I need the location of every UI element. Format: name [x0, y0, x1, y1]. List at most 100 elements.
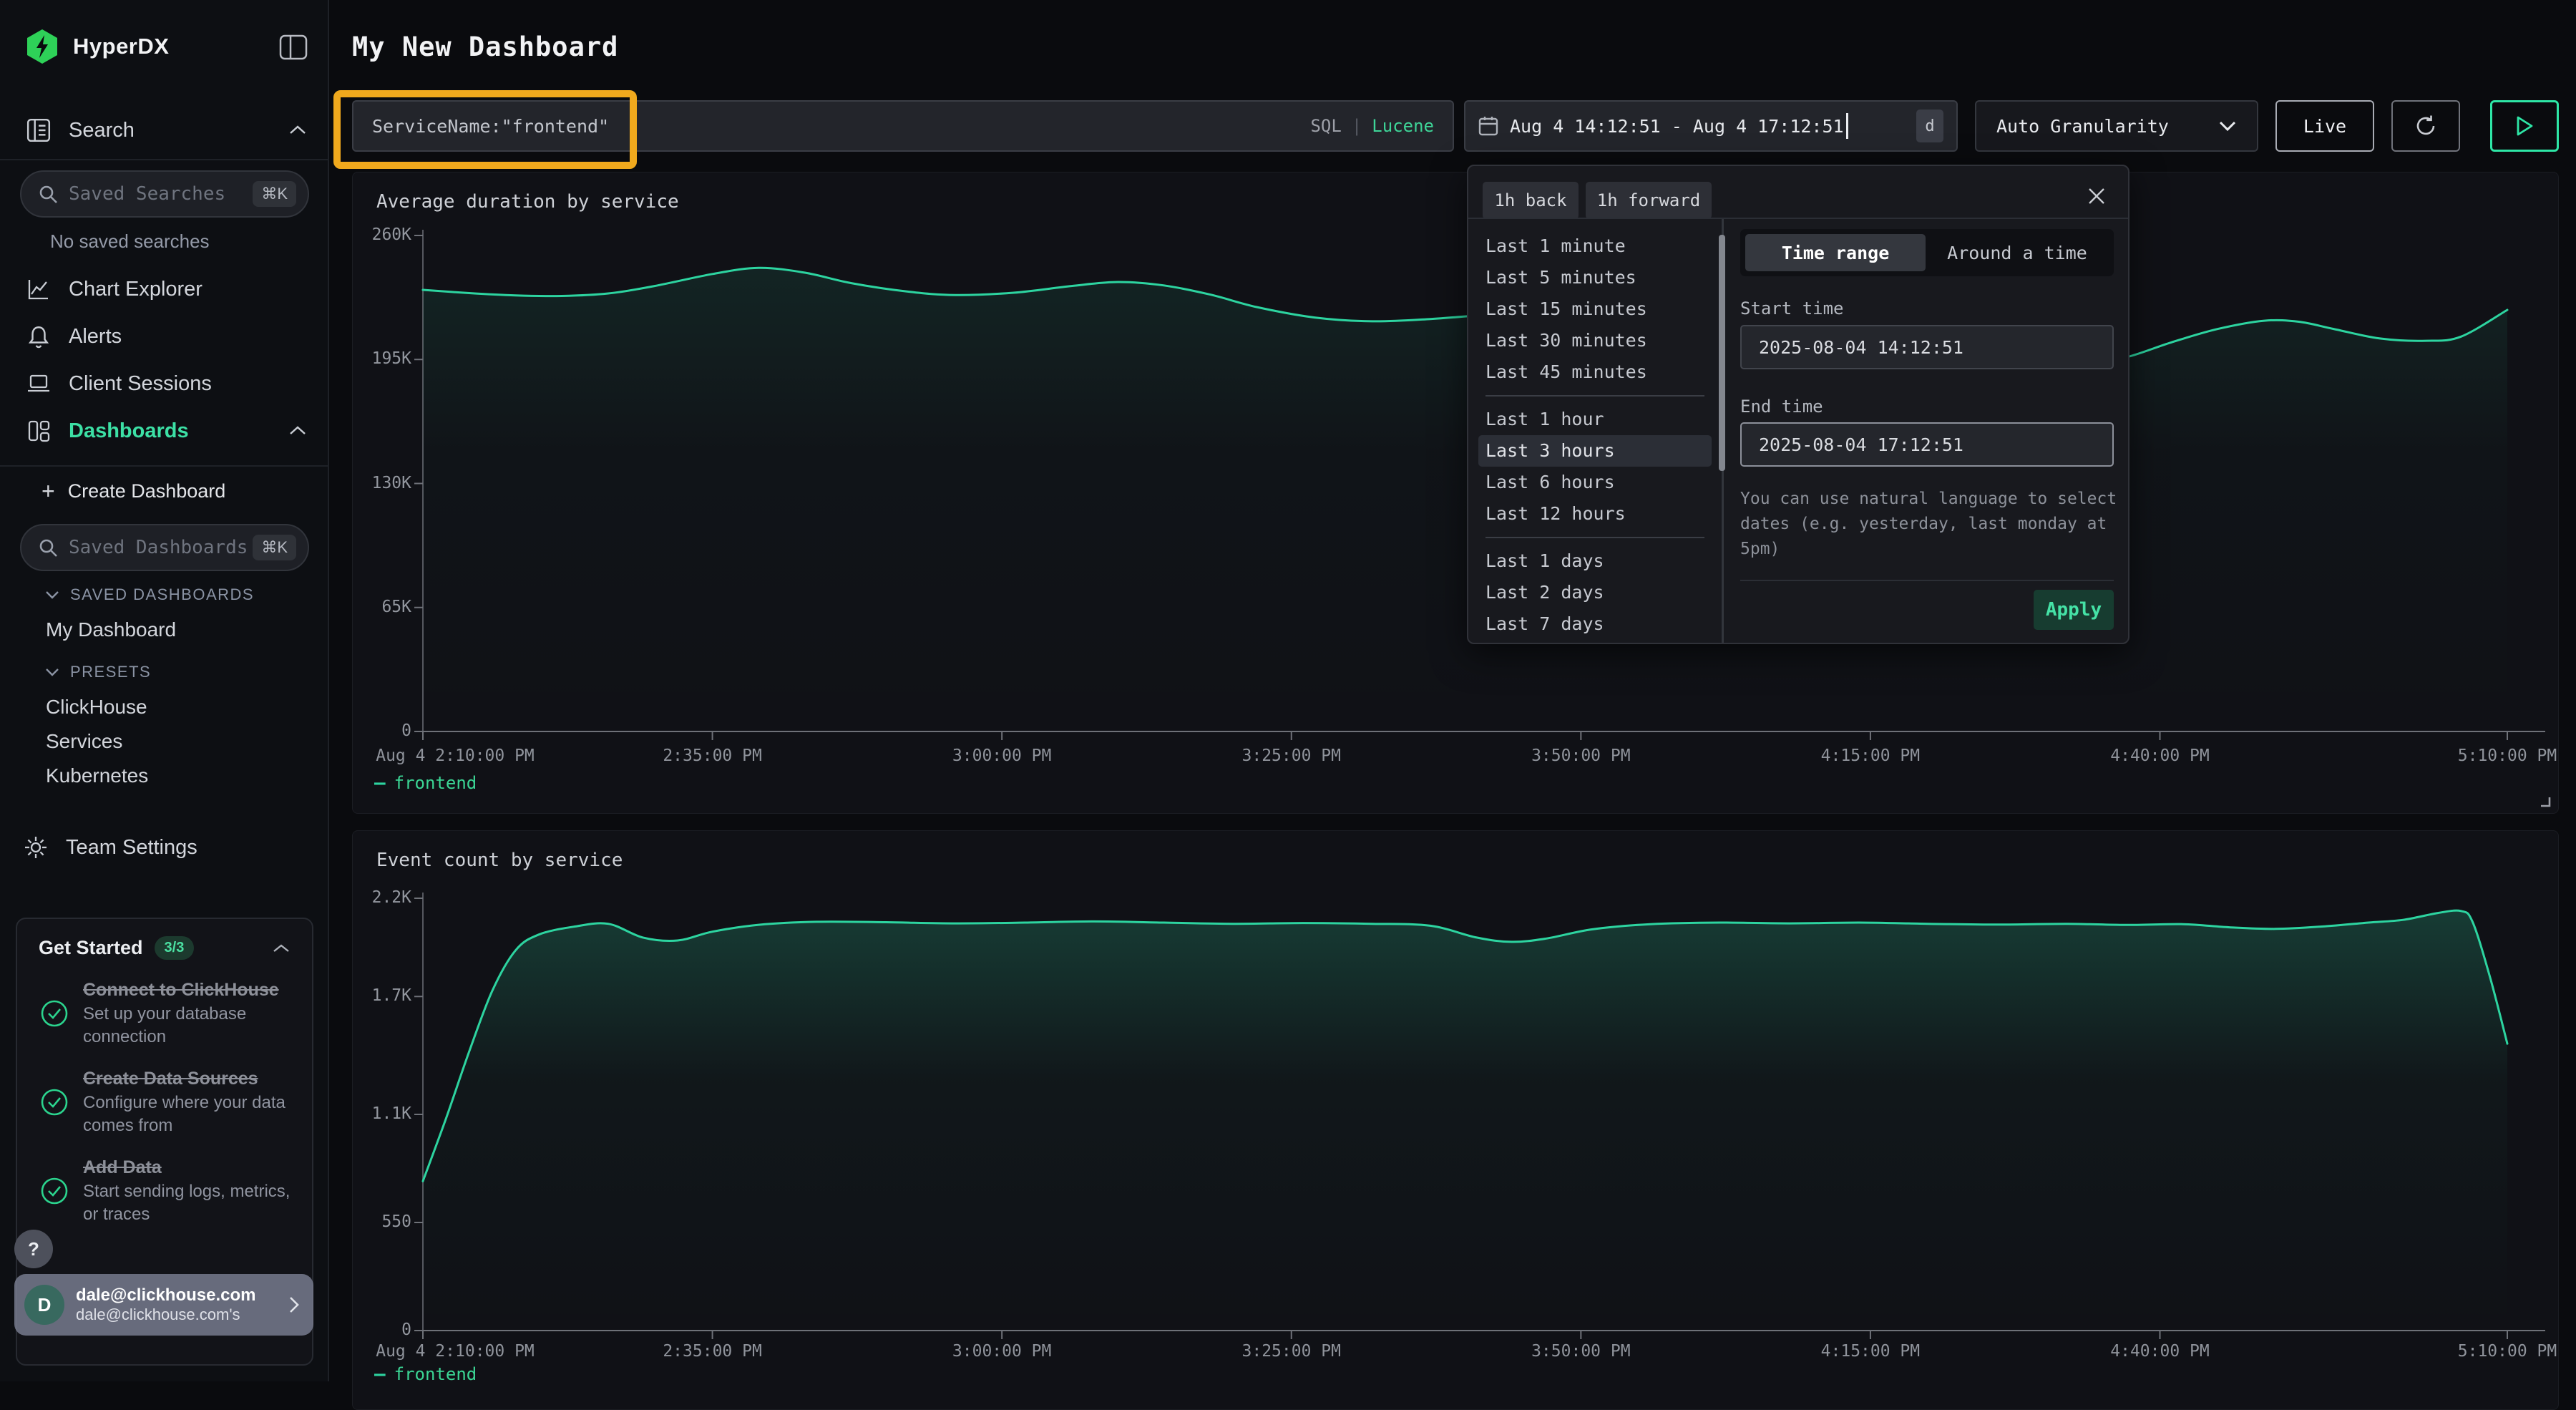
y-axis-label: 2.2K	[352, 888, 411, 907]
get-started-progress-badge: 3/3	[155, 936, 195, 960]
get-started-step-connect[interactable]: Connect to ClickHouse Set up your databa…	[39, 978, 291, 1049]
sidebar-collapse-icon[interactable]	[279, 34, 308, 60]
sql-mode-toggle[interactable]: SQL	[1310, 116, 1341, 136]
time-preset-option[interactable]: Last 45 minutes	[1478, 356, 1712, 388]
time-range-input[interactable]: Aug 4 14:12:51 - Aug 4 17:12:51 d	[1464, 100, 1958, 152]
time-preset-option[interactable]: Last 6 hours	[1478, 467, 1712, 498]
time-range-value: Aug 4 14:12:51 - Aug 4 17:12:51	[1510, 116, 1844, 137]
step-title: Create Data Sources	[83, 1067, 291, 1090]
lucene-mode-toggle[interactable]: Lucene	[1372, 116, 1434, 136]
sidebar-item-alerts[interactable]: Alerts	[0, 319, 329, 354]
section-presets[interactable]: PRESETS	[44, 663, 151, 681]
x-axis-label: 2:35:00 PM	[613, 747, 813, 765]
time-shortcut-badge: d	[1916, 110, 1943, 142]
sidebar: HyperDX Search Saved Searches ⌘K No save…	[0, 0, 329, 1381]
start-time-input[interactable]: 2025-08-04 14:12:51	[1740, 325, 2114, 369]
apply-button[interactable]: Apply	[2034, 590, 2114, 630]
panel-resize-handle[interactable]	[2537, 793, 2552, 809]
time-preset-option[interactable]: Last 1 days	[1478, 545, 1712, 577]
shift-forward-button[interactable]: 1h forward	[1586, 182, 1712, 219]
help-button[interactable]: ?	[14, 1230, 53, 1268]
saved-searches-input[interactable]: Saved Searches ⌘K	[20, 170, 309, 218]
y-axis-label: 1.7K	[352, 986, 411, 1005]
live-button[interactable]: Live	[2275, 100, 2374, 152]
x-axis-label: 5:10:00 PM	[2407, 747, 2559, 765]
chevron-down-icon	[2218, 120, 2237, 132]
sidebar-item-team-settings[interactable]: Team Settings	[0, 830, 329, 865]
close-button[interactable]	[2084, 183, 2109, 209]
preset-list-scrollbar-thumb[interactable]	[1719, 235, 1725, 471]
time-preset-option[interactable]: Last 15 minutes	[1478, 293, 1712, 325]
time-preset-option[interactable]: Last 12 hours	[1478, 498, 1712, 530]
shift-back-button[interactable]: 1h back	[1483, 182, 1579, 219]
time-preset-option[interactable]: Last 7 days	[1478, 608, 1712, 640]
chevron-up-icon	[288, 424, 308, 437]
sidebar-item-chart-explorer[interactable]: Chart Explorer	[0, 272, 329, 306]
saved-dashboards-input[interactable]: Saved Dashboards ⌘K	[20, 524, 309, 571]
user-email: dale@clickhouse.com	[76, 1285, 288, 1306]
x-axis-label: 3:25:00 PM	[1191, 747, 1392, 765]
time-preset-option[interactable]: Last 1 hour	[1478, 404, 1712, 435]
chevron-right-icon	[288, 1295, 301, 1315]
legend-item-frontend[interactable]: —frontend	[374, 1363, 477, 1385]
search-icon	[37, 183, 59, 205]
section-saved-dashboards[interactable]: SAVED DASHBOARDS	[44, 585, 254, 604]
y-axis-label: 550	[352, 1212, 411, 1231]
sidebar-item-dashboards[interactable]: Dashboards	[0, 414, 329, 448]
granularity-select[interactable]: Auto Granularity	[1975, 100, 2258, 152]
sidebar-item-kubernetes[interactable]: Kubernetes	[46, 764, 148, 787]
saved-dashboards-placeholder: Saved Dashboards	[69, 537, 253, 558]
dashboard-filter-input[interactable]: ServiceName:"frontend" SQL | Lucene	[352, 100, 1454, 152]
y-axis-label: 195K	[352, 349, 411, 368]
sidebar-item-search[interactable]: Search	[0, 113, 329, 147]
sidebar-item-label: Alerts	[69, 325, 122, 349]
tab-time-range[interactable]: Time range	[1745, 234, 1926, 271]
get-started-header[interactable]: Get Started 3/3	[39, 936, 291, 960]
section-label: SAVED DASHBOARDS	[70, 585, 254, 604]
end-time-label: End time	[1740, 397, 1823, 417]
tab-around-a-time[interactable]: Around a time	[1926, 243, 2109, 263]
time-preset-option[interactable]: Last 1 minute	[1478, 230, 1712, 262]
sidebar-item-label: Client Sessions	[69, 372, 212, 396]
plus-icon: +	[42, 478, 55, 505]
time-picker-panel: 1h back 1h forward Last 1 minuteLast 5 m…	[1467, 165, 2129, 644]
no-saved-searches-text: No saved searches	[50, 230, 210, 253]
divider	[0, 465, 329, 467]
time-preset-option[interactable]: Last 3 hours	[1478, 435, 1712, 467]
time-preset-option[interactable]: Last 14 days	[1478, 640, 1712, 644]
text-caret	[1846, 113, 1848, 139]
y-axis-label: 65K	[352, 598, 411, 616]
create-dashboard-label: Create Dashboard	[68, 480, 226, 502]
time-preset-option[interactable]: Last 5 minutes	[1478, 262, 1712, 293]
get-started-title: Get Started	[39, 937, 143, 959]
time-preset-option[interactable]: Last 2 days	[1478, 577, 1712, 608]
sidebar-item-my-dashboard[interactable]: My Dashboard	[46, 618, 176, 641]
time-preset-option[interactable]: Last 30 minutes	[1478, 325, 1712, 356]
legend-item-frontend[interactable]: —frontend	[374, 772, 477, 794]
user-menu[interactable]: D dale@clickhouse.com dale@clickhouse.co…	[14, 1274, 313, 1336]
chart-panel-event-count: Event count by service 05501.1K1.7K2.2KA…	[352, 830, 2559, 1410]
x-axis-label: 4:40:00 PM	[2060, 747, 2260, 765]
sidebar-item-clickhouse[interactable]: ClickHouse	[46, 696, 147, 719]
dashboards-grid-icon	[26, 418, 52, 444]
create-dashboard-button[interactable]: + Create Dashboard	[42, 478, 225, 505]
hyperdx-dashboard-app: { "colors": { "accent": "#2ee6a6", "seri…	[0, 0, 2576, 1381]
legend-swatch: —	[374, 1363, 386, 1385]
end-time-input[interactable]: 2025-08-04 17:12:51	[1740, 422, 2114, 467]
get-started-step-sources[interactable]: Create Data Sources Configure where your…	[39, 1067, 291, 1137]
y-axis-label: 0	[352, 1321, 411, 1339]
run-query-button[interactable]	[2490, 100, 2559, 152]
sidebar-item-services[interactable]: Services	[46, 730, 122, 753]
x-axis-label: 4:15:00 PM	[1770, 747, 1971, 765]
check-circle-icon	[39, 998, 70, 1029]
mode-separator: |	[1352, 116, 1362, 136]
divider	[0, 159, 329, 160]
sidebar-item-client-sessions[interactable]: Client Sessions	[0, 366, 329, 401]
refresh-button[interactable]	[2391, 100, 2460, 152]
shortcut-badge: ⌘K	[253, 535, 296, 560]
line-chart: 065K130K195K260KAug 4 2:10:00 PM2:35:00 …	[353, 172, 2558, 813]
time-picker-tabs: Time range Around a time	[1740, 229, 2114, 276]
get-started-step-add-data[interactable]: Add Data Start sending logs, metrics, or…	[39, 1156, 291, 1226]
y-axis-label: 260K	[352, 225, 411, 244]
sidebar-item-label: Chart Explorer	[69, 278, 203, 301]
